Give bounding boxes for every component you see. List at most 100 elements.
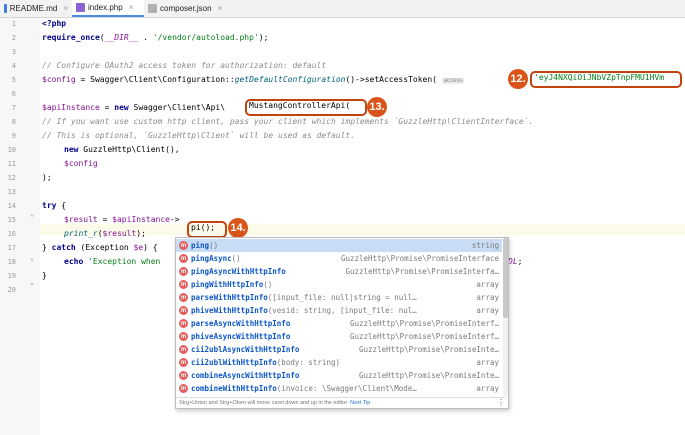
completion-item-type: array	[476, 358, 499, 367]
line-number: 2	[11, 34, 16, 42]
code-line-11[interactable]: $config	[64, 159, 98, 168]
completion-item-signature: ()	[209, 241, 219, 250]
completion-item-signature: ([input_file: null|string = null…	[267, 293, 417, 302]
popup-scrollbar[interactable]	[503, 238, 508, 396]
editor-tab-bar: README.md × index.php × composer.json ×	[0, 0, 685, 18]
step-badge-14: 14.	[228, 218, 248, 238]
method-icon: m	[179, 267, 188, 276]
code-line-12[interactable]: );	[42, 173, 52, 182]
line-number: 19	[7, 272, 16, 280]
completion-item-name: phiveWithHttpInfo	[191, 306, 268, 315]
completion-item[interactable]: m ping() string	[176, 239, 502, 252]
completion-item-signature: (invoice: \Swagger\Client\Mode…	[276, 384, 417, 393]
code-line-5[interactable]: $config = Swagger\Client\Configuration::…	[42, 75, 465, 84]
completion-item[interactable]: m cii2ublAsyncWithHttpInfo GuzzleHttp\Prom…	[176, 343, 502, 356]
completion-item[interactable]: m pingAsync() GuzzleHttp\Promise\PromiseIn…	[176, 252, 502, 265]
completion-item-type: array	[476, 293, 499, 302]
completion-item-type: array	[476, 384, 499, 393]
code-line-16[interactable]: print_r($result);	[64, 229, 146, 238]
completion-item-type: GuzzleHttp\Promise\PromiseInte…	[359, 345, 499, 354]
code-line-14[interactable]: try {	[42, 201, 66, 210]
method-icon: m	[179, 241, 188, 250]
line-number: 17	[7, 244, 16, 252]
code-line-19[interactable]: }	[42, 271, 47, 280]
completion-item-type: GuzzleHttp\Promise\PromiseInterface	[340, 254, 499, 263]
completion-item[interactable]: m parseAsyncWithHttpInfo GuzzleHttp\Promis…	[176, 317, 502, 330]
access-token-highlight[interactable]: 'eyJ4NXQiOiJNbVZpTnpFMU1HVm	[530, 71, 682, 88]
tab-index-php[interactable]: index.php ×	[72, 0, 144, 17]
completion-item[interactable]: m combineWithHttpInfo (invoice: \Swagger\C…	[176, 382, 502, 395]
line-number: 3	[11, 48, 16, 56]
completion-item-signature: (vesid: string, [input_file: nul…	[267, 306, 417, 315]
tab-label: README.md	[9, 4, 58, 13]
close-icon[interactable]: ×	[218, 4, 223, 13]
completion-item[interactable]: m cii2ublWithHttpInfo (body: string) array	[176, 356, 502, 369]
completion-item-type: GuzzleHttp\Promise\PromiseInterf…	[349, 332, 499, 341]
completion-item[interactable]: m pingAsyncWithHttpInfo GuzzleHttp\Promise…	[176, 265, 502, 278]
method-icon: m	[179, 280, 188, 289]
completion-item[interactable]: m phiveWithHttpInfo (vesid: string, [input…	[176, 304, 502, 317]
fold-icon[interactable]: ⌄	[30, 254, 34, 262]
completion-item-name: phiveAsyncWithHttpInfo	[191, 332, 291, 341]
footer-hint-text: Strg+Unten and Strg+Oben will move caret…	[179, 400, 348, 406]
line-number: 1	[11, 20, 16, 28]
tab-label: index.php	[88, 3, 123, 12]
code-line-9[interactable]: // This is optional, `GuzzleHttp\Client`…	[42, 131, 355, 140]
code-line-2[interactable]: require_once(__DIR__ . '/vendor/autoload…	[42, 33, 268, 42]
tab-label: composer.json	[160, 4, 212, 13]
tab-composer-json[interactable]: composer.json ×	[144, 0, 234, 17]
fold-icon[interactable]: ⌃	[30, 282, 34, 290]
popup-footer: Strg+Unten and Strg+Oben will move caret…	[176, 397, 506, 408]
completion-item[interactable]: m combineAsyncWithHttpInfo GuzzleHttp\Prom…	[176, 369, 502, 382]
controller-class-highlight[interactable]: MustangControllerApi(	[245, 99, 367, 116]
line-number: 18	[7, 258, 16, 266]
fold-icon[interactable]: ⌄	[30, 210, 34, 218]
completion-item-type: array	[476, 280, 499, 289]
close-icon[interactable]: ×	[129, 3, 134, 12]
line-number: 11	[7, 160, 16, 168]
method-icon: m	[179, 332, 188, 341]
completion-item-signature: (body: string)	[276, 358, 341, 367]
code-line-15[interactable]: $result = $apiInstance->	[64, 215, 180, 224]
completion-item[interactable]: m parseWithHttpInfo ([input_file: null|str…	[176, 291, 502, 304]
json-file-icon	[148, 4, 157, 13]
completion-item-type: array	[476, 306, 499, 315]
code-line-10[interactable]: new GuzzleHttp\Client(),	[64, 145, 180, 154]
completion-item-name: pingWithHttpInfo	[191, 280, 264, 289]
completion-item-name: pingAsyncWithHttpInfo	[191, 267, 286, 276]
tab-readme[interactable]: README.md ×	[0, 0, 72, 17]
completion-item-signature: ()	[231, 254, 241, 263]
code-line-4[interactable]: // Configure OAuth2 access token for aut…	[42, 61, 326, 70]
completion-item-type: GuzzleHttp\Promise\PromiseInterfa…	[345, 267, 499, 276]
code-line-1[interactable]: <?php	[42, 19, 66, 28]
completion-item-name: parseAsyncWithHttpInfo	[191, 319, 291, 328]
completion-item-type: GuzzleHttp\Promise\PromiseInterf…	[349, 319, 499, 328]
completion-item-name: ping	[191, 241, 210, 250]
code-line-7[interactable]: $apiInstance = new Swagger\Client\Api\	[42, 103, 225, 112]
line-number: 8	[11, 118, 16, 126]
code-line-18-tail: DL;	[508, 257, 523, 266]
line-number: 16	[7, 230, 16, 238]
method-icon: m	[179, 293, 188, 302]
completion-item[interactable]: m phiveAsyncWithHttpInfo GuzzleHttp\Promis…	[176, 330, 502, 343]
code-line-18[interactable]: echo 'Exception when	[64, 257, 160, 266]
completion-item-name: cii2ublWithHttpInfo	[191, 358, 277, 367]
code-line-17[interactable]: } catch (Exception $e) {	[42, 243, 158, 252]
code-completion-popup[interactable]: m ping() string m pingAsync() GuzzleHttp\Prom…	[175, 237, 509, 409]
method-icon: m	[179, 306, 188, 315]
completion-item-name: combineWithHttpInfo	[191, 384, 277, 393]
line-number: 7	[11, 104, 16, 112]
code-line-8[interactable]: // If you want use custom http client, p…	[42, 117, 533, 126]
step-badge-12: 12.	[508, 69, 528, 89]
close-icon[interactable]: ×	[63, 4, 68, 13]
method-call-highlight[interactable]: pi();	[187, 221, 227, 238]
line-number: 20	[7, 286, 16, 294]
more-options-icon[interactable]: ⋮	[497, 398, 505, 407]
completion-item[interactable]: m pingWithHttpInfo() array	[176, 278, 502, 291]
completion-item-type: GuzzleHttp\Promise\PromiseInte…	[359, 371, 499, 380]
next-tip-link[interactable]: Next Tip	[350, 400, 370, 406]
completion-item-name: parseWithHttpInfo	[191, 293, 268, 302]
line-number: 9	[11, 132, 16, 140]
completion-item-name: combineAsyncWithHttpInfo	[191, 371, 300, 380]
method-icon: m	[179, 358, 188, 367]
